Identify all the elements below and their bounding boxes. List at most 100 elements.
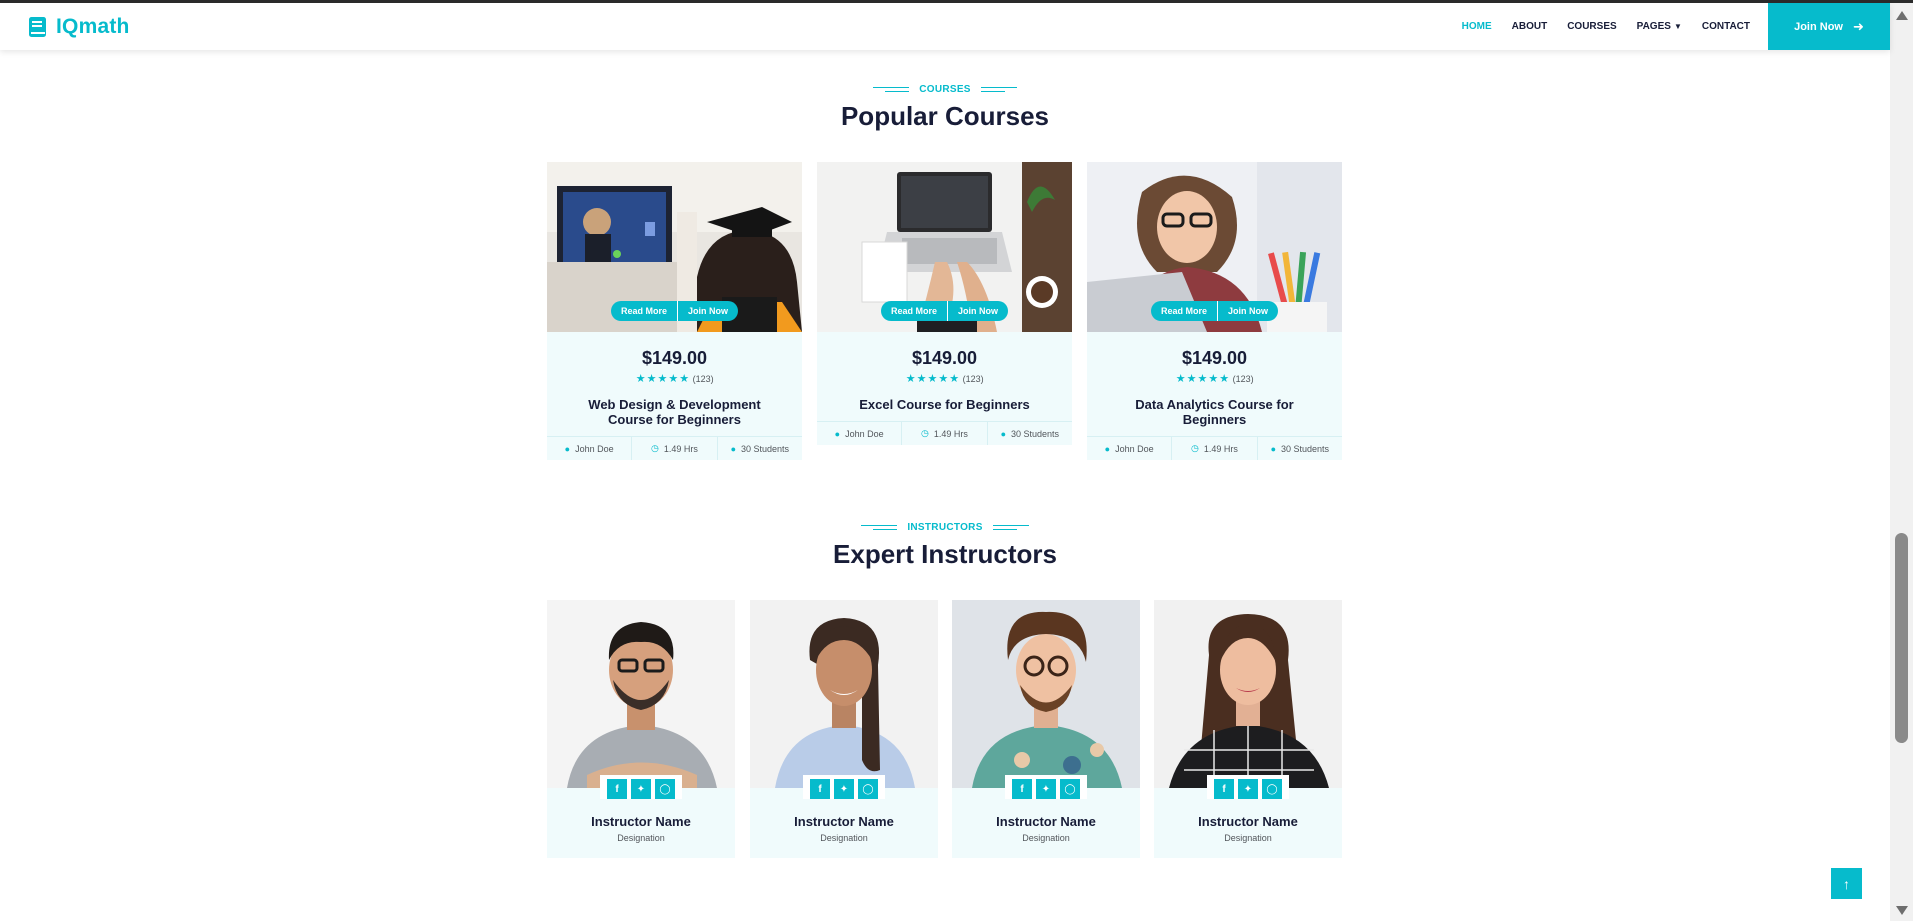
instructor-name: Instructor Name <box>1198 814 1298 829</box>
social-links: f ✦ ◯ <box>1207 775 1289 799</box>
course-students: ● 30 Students <box>1258 437 1342 460</box>
course-meta: ● John Doe ◷ 1.49 Hrs ● 30 Students <box>817 421 1072 445</box>
course-instructor: ● John Doe <box>547 437 633 460</box>
star-icon: ★ <box>646 373 657 385</box>
read-more-button[interactable]: Read More <box>880 301 948 321</box>
course-instructor: ● John Doe <box>1087 437 1173 460</box>
user-icon: ● <box>834 428 841 439</box>
instagram-icon[interactable]: ◯ <box>858 779 878 799</box>
nav-link-courses[interactable]: COURSES <box>1567 21 1616 32</box>
arrow-up-icon: ↑ <box>1843 875 1850 892</box>
instructors-section-tag: INSTRUCTORS <box>0 522 1890 533</box>
user-icon: ● <box>1000 428 1007 439</box>
instructor-social: f ✦ ◯ <box>750 775 938 799</box>
scroll-down-arrow-icon[interactable] <box>1896 906 1908 915</box>
course-duration: ◷ 1.49 Hrs <box>632 437 718 460</box>
instructor-name: Instructor Name <box>591 814 691 829</box>
course-students: ● 30 Students <box>718 437 802 460</box>
star-icon: ★ <box>635 373 646 385</box>
read-more-button[interactable]: Read More <box>1150 301 1218 321</box>
user-icon: ● <box>564 443 571 454</box>
course-duration-label: 1.49 Hrs <box>933 428 968 439</box>
course-duration: ◷ 1.49 Hrs <box>1172 437 1258 460</box>
course-duration: ◷ 1.49 Hrs <box>902 422 988 445</box>
instagram-icon[interactable]: ◯ <box>1262 779 1282 799</box>
instructor-social: f ✦ ◯ <box>547 775 735 799</box>
nav-link-about[interactable]: ABOUT <box>1512 21 1548 32</box>
instructors-section-title: Expert Instructors <box>833 539 1057 569</box>
back-to-top-button[interactable]: ↑ <box>1831 868 1862 899</box>
book-icon <box>28 16 48 38</box>
tag-decoration <box>980 86 1017 94</box>
star-icon: ★ <box>679 373 690 385</box>
page-scrollbar[interactable] <box>1890 3 1913 921</box>
course-image-buttons: Read More Join Now <box>547 301 802 321</box>
course-title[interactable]: Web Design & Development Course for Begi… <box>547 397 802 427</box>
facebook-icon[interactable]: f <box>607 779 627 799</box>
course-title[interactable]: Excel Course for Beginners <box>817 397 1072 412</box>
course-title[interactable]: Data Analytics Course for Beginners <box>1087 397 1342 427</box>
course-students-label: 30 Students <box>1011 428 1060 439</box>
join-now-button[interactable]: Join Now ➜ <box>1768 3 1890 50</box>
instructor-name: Instructor Name <box>794 814 894 829</box>
scrollbar-thumb[interactable] <box>1895 533 1908 743</box>
tag-decoration <box>873 86 910 94</box>
courses-section-tag: COURSES <box>0 84 1890 95</box>
course-image: Read More Join Now <box>817 162 1072 332</box>
star-icon: ★ <box>949 373 960 385</box>
course-instructor-label: John Doe <box>575 443 614 454</box>
course-students-label: 30 Students <box>741 443 790 454</box>
facebook-icon[interactable]: f <box>810 779 830 799</box>
instagram-icon[interactable]: ◯ <box>655 779 675 799</box>
course-duration-label: 1.49 Hrs <box>663 443 698 454</box>
user-icon: ● <box>730 443 737 454</box>
navbar: IQmath HOME ABOUT COURSES PAGES ▼ CONTAC… <box>0 3 1890 50</box>
user-icon: ● <box>1104 443 1111 454</box>
social-links: f ✦ ◯ <box>1005 775 1087 799</box>
nav-links: HOME ABOUT COURSES PAGES ▼ CONTACT <box>1442 3 1750 50</box>
star-icon: ★ <box>657 373 668 385</box>
read-more-button[interactable]: Read More <box>610 301 678 321</box>
course-price: $149.00 <box>911 348 978 368</box>
twitter-icon[interactable]: ✦ <box>834 779 854 799</box>
facebook-icon[interactable]: f <box>1214 779 1234 799</box>
twitter-icon[interactable]: ✦ <box>1036 779 1056 799</box>
clock-icon: ◷ <box>1191 443 1199 453</box>
twitter-icon[interactable]: ✦ <box>631 779 651 799</box>
instructor-designation: Designation <box>617 833 665 843</box>
instructor-name: Instructor Name <box>996 814 1096 829</box>
social-links: f ✦ ◯ <box>600 775 682 799</box>
brand[interactable]: IQmath <box>28 15 130 39</box>
instructor-designation: Designation <box>820 833 868 843</box>
course-rating: ★ ★ ★ ★ ★ (123) <box>1087 372 1342 385</box>
join-now-button[interactable]: Join Now <box>948 301 1008 321</box>
star-icon: ★ <box>1197 373 1208 385</box>
instructor-card: f ✦ ◯ Instructor Name Designation <box>952 600 1140 858</box>
star-icon: ★ <box>916 373 927 385</box>
instagram-icon[interactable]: ◯ <box>1060 779 1080 799</box>
course-instructor-label: John Doe <box>1115 443 1154 454</box>
instructor-card: f ✦ ◯ Instructor Name Designation <box>547 600 735 858</box>
course-rating: ★ ★ ★ ★ ★ (123) <box>547 372 802 385</box>
course-price: $149.00 <box>1181 348 1248 368</box>
instructor-photo <box>547 600 735 788</box>
rating-count: (123) <box>962 373 984 384</box>
nav-link-pages[interactable]: PAGES ▼ <box>1637 21 1682 32</box>
scroll-up-arrow-icon[interactable] <box>1896 11 1908 20</box>
nav-link-home[interactable]: HOME <box>1462 21 1492 32</box>
course-image-buttons: Read More Join Now <box>817 301 1072 321</box>
facebook-icon[interactable]: f <box>1012 779 1032 799</box>
join-now-button[interactable]: Join Now <box>678 301 738 321</box>
rating-count: (123) <box>1232 373 1254 384</box>
twitter-icon[interactable]: ✦ <box>1238 779 1258 799</box>
join-now-button[interactable]: Join Now <box>1218 301 1278 321</box>
star-icon: ★ <box>938 373 949 385</box>
star-icon: ★ <box>905 373 916 385</box>
instructor-social: f ✦ ◯ <box>1154 775 1342 799</box>
course-image-buttons: Read More Join Now <box>1087 301 1342 321</box>
clock-icon: ◷ <box>651 443 659 453</box>
instructor-card: f ✦ ◯ Instructor Name Designation <box>750 600 938 858</box>
nav-link-contact[interactable]: CONTACT <box>1702 21 1750 32</box>
rating-count: (123) <box>692 373 714 384</box>
courses-tag-text: COURSES <box>919 84 971 95</box>
